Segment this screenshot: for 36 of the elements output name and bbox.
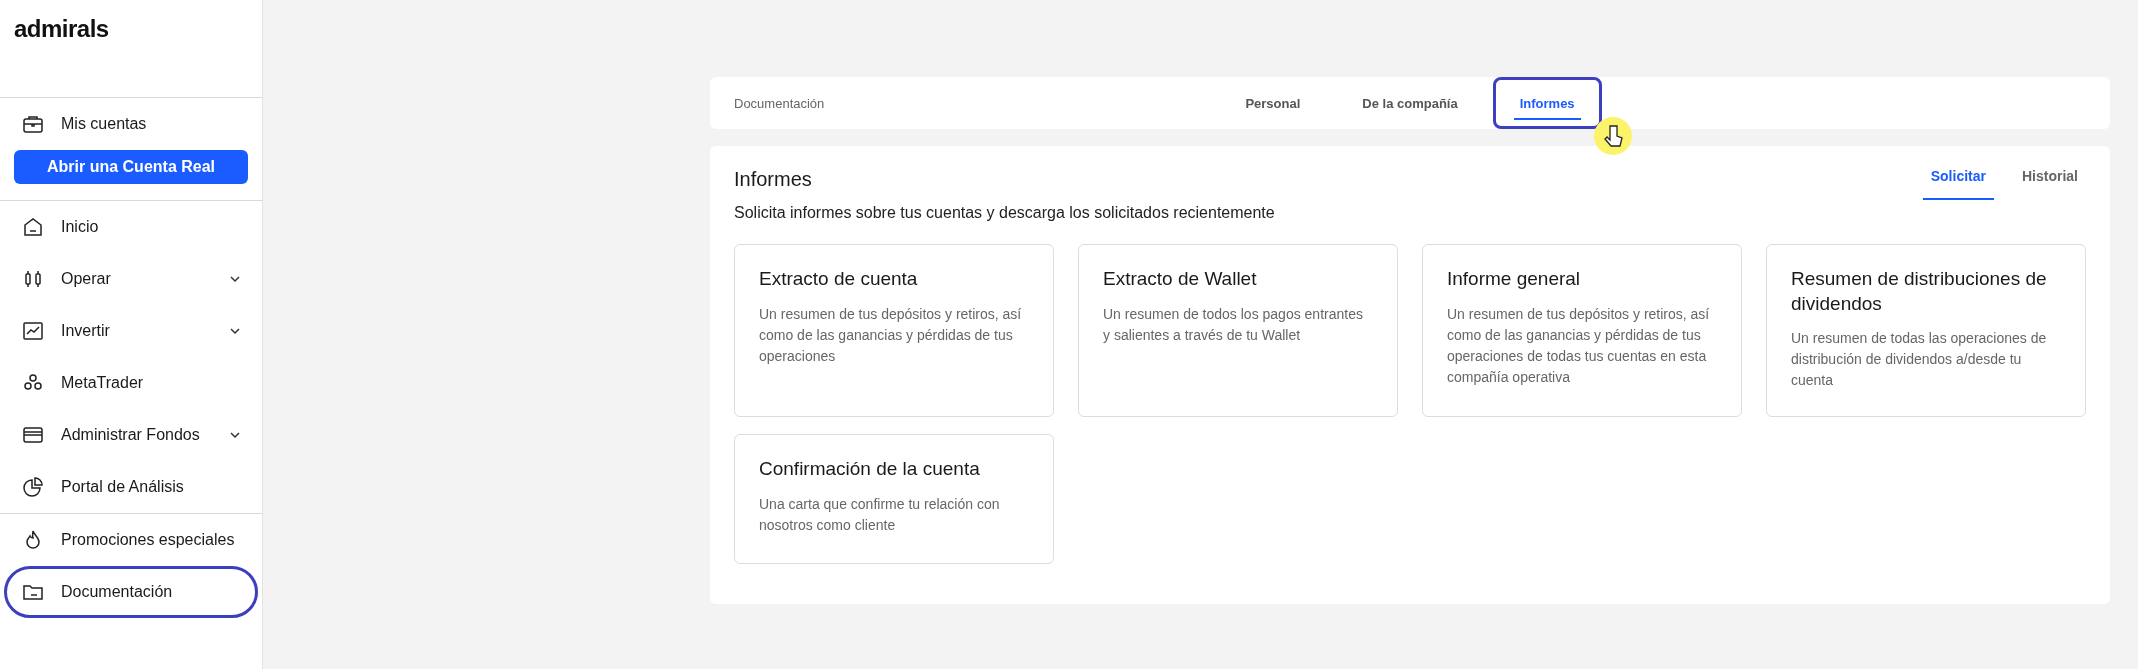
tab[interactable]: Historial <box>2014 156 2086 200</box>
card-description: Una carta que confirme tu relación con nosotros como cliente <box>759 494 1001 535</box>
card-description: Un resumen de todas las operaciones de distribución de dividendos a/desde tu cuenta <box>1791 329 2048 391</box>
sidebar-item[interactable]: Inicio <box>4 201 258 253</box>
card-description: Un resumen de tus depósitos y retiros, así como de las ganancias y pérdidas de tus operaciones de todas tus cuentas en esta compañía operativa <box>1447 304 1711 387</box>
tab[interactable]: Personal <box>1218 77 1328 129</box>
sidebar-item[interactable]: Operar <box>4 253 258 305</box>
panel-subtitle: Solicita informes sobre tus cuentas y descarga los solicitados recientemente <box>734 204 1276 222</box>
tab[interactable]: De la compañía <box>1335 77 1485 129</box>
card-title: Extracto de Wallet <box>1103 267 1258 291</box>
sidebar-item[interactable]: Promociones especiales <box>4 514 258 566</box>
card-title: Extracto de cuenta <box>759 267 919 291</box>
home-icon <box>21 215 45 239</box>
report-card[interactable]: Informe general Un resumen de tus depósitos y retiros, así como de las ganancias y pérdidas de tus operaciones de todas tus cuentas en esta compañía operativa <box>1422 244 1742 417</box>
card-description: Un resumen de tus depósitos y retiros, así como de las ganancias y pérdidas de tus operaciones <box>759 304 1023 366</box>
sidebar-item[interactable]: Portal de Análisis <box>4 461 258 513</box>
report-card[interactable]: Extracto de cuenta Un resumen de tus depósitos y retiros, así como de las ganancias y pérdidas de tus operaciones <box>734 244 1054 417</box>
section-title: Documentación <box>734 95 826 111</box>
card-title: Confirmación de la cuenta <box>759 457 981 481</box>
sidebar-item[interactable]: Mis cuentas <box>4 98 258 150</box>
report-card[interactable]: Confirmación de la cuenta Una carta que confirme tu relación con nosotros como cliente <box>734 434 1054 564</box>
pie-icon <box>21 475 45 499</box>
card-title: Resumen de distribuciones de dividendos <box>1791 267 2048 316</box>
card-description: Un resumen de todos los pagos entrantes y salientes a través de tu Wallet <box>1103 304 1364 345</box>
sidebar-item[interactable]: Invertir <box>4 305 258 357</box>
report-card[interactable]: Extracto de Wallet Un resumen de todos los pagos entrantes y salientes a través de tu Wallet <box>1078 244 1398 417</box>
sidebar-item[interactable]: MetaTrader <box>4 357 258 409</box>
card-title: Informe general <box>1447 267 1582 291</box>
tab[interactable]: Solicitar <box>1922 156 1994 200</box>
report-card[interactable]: Resumen de distribuciones de dividendos Un resumen de todas las operaciones de distribución de dividendos a/desde tu cuenta <box>1766 244 2086 417</box>
chart-icon <box>21 319 45 343</box>
admirals-logo[interactable]: admirals <box>14 15 109 42</box>
sidebar-item[interactable]: Administrar Fondos <box>4 409 258 461</box>
open-account-button[interactable]: Abrir una Cuenta Real <box>14 150 248 184</box>
panel-title: Informes <box>734 168 812 191</box>
sidebar-item[interactable]: Documentación <box>4 566 258 618</box>
